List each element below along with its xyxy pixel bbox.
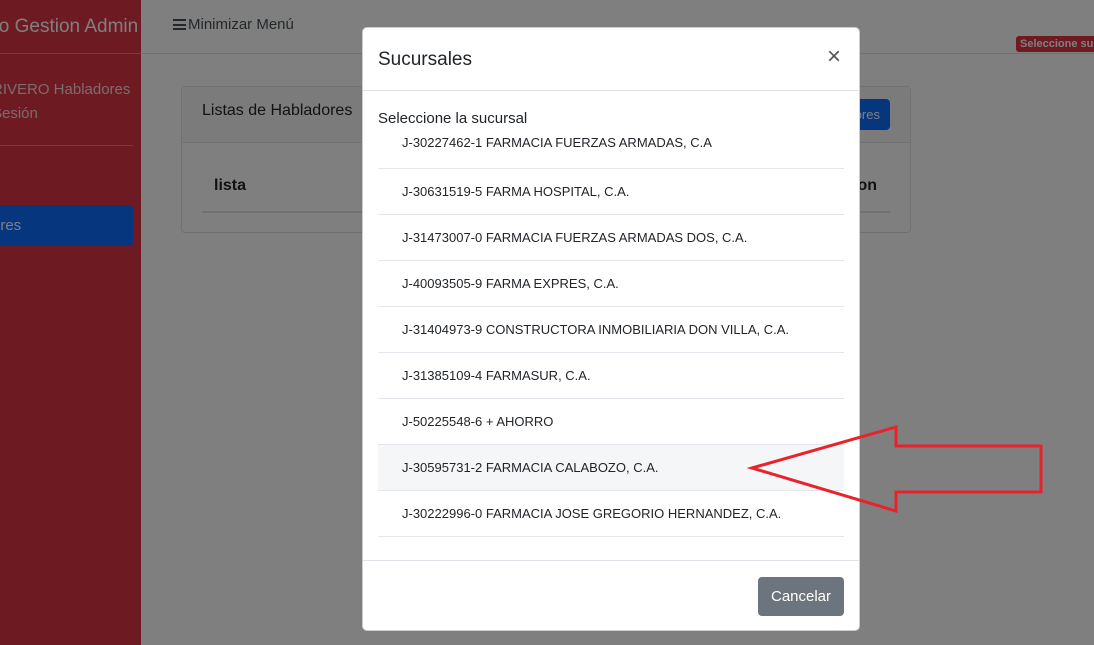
annotation-arrow-icon [746,425,1043,514]
